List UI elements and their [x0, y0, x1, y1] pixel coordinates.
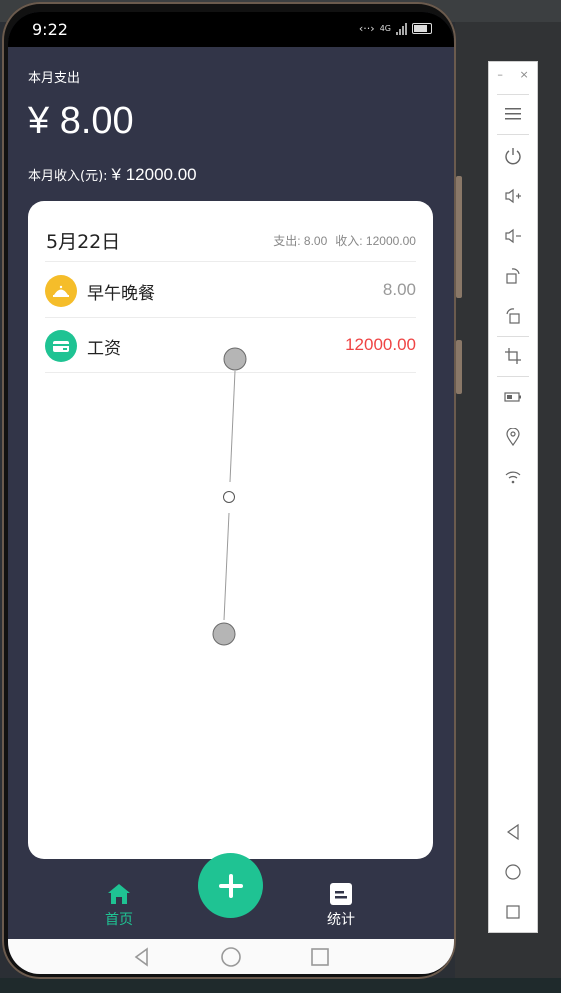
day-expense-summary: 支出: 8.00: [273, 234, 328, 248]
emulator-toolbar: – ×: [488, 61, 538, 933]
add-record-button[interactable]: [198, 853, 263, 918]
power-button[interactable]: [456, 340, 462, 394]
signal-icon: [396, 22, 407, 35]
record-row-meal[interactable]: 早午晚餐 8.00: [45, 263, 416, 317]
recents-square-icon[interactable]: [310, 947, 330, 967]
divider: [45, 261, 416, 262]
minimize-icon[interactable]: –: [497, 68, 503, 86]
back-icon[interactable]: [501, 820, 525, 844]
ide-bottom-strip: [0, 978, 561, 993]
month-income-line: 本月收入(元): ¥ 12000.00: [28, 165, 197, 185]
data-transfer-icon: ‹··›: [358, 22, 375, 35]
phone-screen: 9:22 ‹··› 4G 本月支出 ¥ 8.00 本月收入(元): ¥ 1200…: [8, 12, 454, 974]
month-expense-amount: ¥ 8.00: [28, 100, 134, 142]
meal-bell-icon: [45, 275, 77, 307]
home-icon[interactable]: [501, 860, 525, 884]
records-card: 5月22日 支出: 8.00 收入: 12000.00 早午晚餐 8.00 工资…: [28, 201, 433, 859]
close-icon[interactable]: ×: [519, 68, 528, 86]
nav-stats[interactable]: 统计: [311, 883, 371, 929]
rotate-right-icon[interactable]: [501, 304, 525, 328]
battery-icon: [412, 23, 432, 34]
home-icon: [89, 883, 149, 909]
month-income-label: 本月收入(元):: [28, 169, 108, 184]
salary-card-icon: [45, 330, 77, 362]
month-expense-label: 本月支出: [28, 71, 81, 86]
network-type-label: 4G: [379, 24, 391, 33]
month-income-amount: ¥ 12000.00: [111, 165, 197, 184]
menu-icon[interactable]: [501, 102, 525, 126]
rotate-left-icon[interactable]: [501, 264, 525, 288]
record-label: 工资: [87, 339, 121, 359]
day-income-summary: 收入: 12000.00: [335, 234, 416, 248]
status-bar: 9:22 ‹··› 4G: [8, 12, 454, 47]
volume-button[interactable]: [456, 176, 462, 298]
record-amount: 12000.00: [345, 335, 416, 354]
volume-down-icon[interactable]: [501, 224, 525, 248]
back-triangle-icon[interactable]: [132, 946, 152, 967]
day-header: 5月22日 支出: 8.00 收入: 12000.00: [46, 227, 416, 253]
battery-setting-icon[interactable]: [501, 385, 525, 409]
nav-stats-label: 统计: [327, 912, 355, 928]
day-date: 5月22日: [46, 231, 121, 253]
bottom-nav: 首页 统计: [8, 853, 454, 939]
nav-home[interactable]: 首页: [89, 883, 149, 929]
home-circle-icon[interactable]: [220, 946, 242, 968]
status-time: 9:22: [32, 20, 68, 39]
location-icon[interactable]: [501, 425, 525, 449]
plus-icon: [218, 873, 243, 898]
volume-up-icon[interactable]: [501, 184, 525, 208]
nav-home-label: 首页: [105, 912, 133, 928]
record-row-salary[interactable]: 工资 12000.00: [45, 318, 416, 372]
wifi-icon[interactable]: [501, 465, 525, 489]
power-icon[interactable]: [501, 144, 525, 168]
record-label: 早午晚餐: [87, 284, 155, 304]
crop-icon[interactable]: [501, 344, 525, 368]
record-amount: 8.00: [382, 280, 416, 299]
divider: [45, 372, 416, 373]
overview-icon[interactable]: [501, 900, 525, 924]
stats-icon: [311, 883, 371, 909]
system-nav-bar: [8, 939, 454, 974]
